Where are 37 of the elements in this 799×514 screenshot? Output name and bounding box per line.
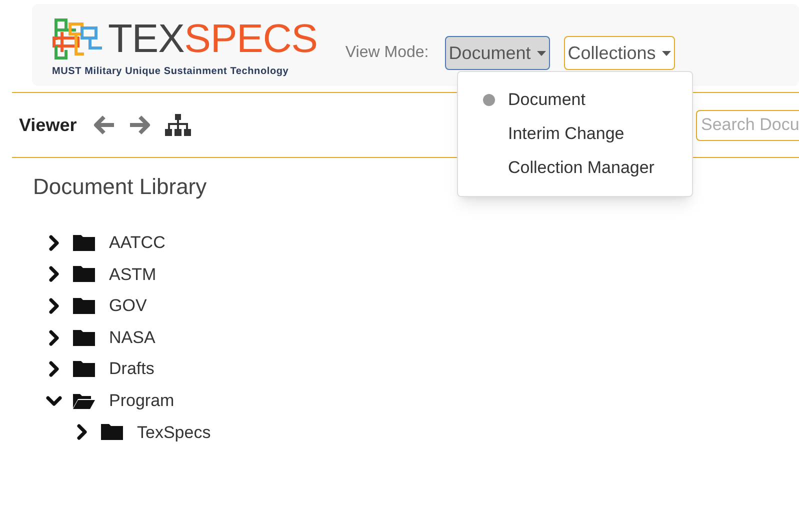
tree-item[interactable]: TexSpecs xyxy=(137,420,211,446)
tree-item[interactable]: ASTM xyxy=(109,262,156,288)
chevron-right-icon[interactable] xyxy=(48,361,60,378)
folder-icon xyxy=(73,266,95,282)
chevron-right-icon[interactable] xyxy=(48,330,60,346)
open-folder-icon xyxy=(73,392,95,409)
menu-item[interactable]: Collection Manager xyxy=(458,151,692,185)
chevron-right-icon[interactable] xyxy=(48,298,60,314)
tree-item[interactable]: Program xyxy=(109,388,174,414)
caret-icon xyxy=(662,50,671,56)
tree-item[interactable]: Drafts xyxy=(109,356,154,382)
tree-item[interactable]: GOV xyxy=(109,293,147,319)
menu-item[interactable]: Document xyxy=(458,83,692,117)
tree-item[interactable]: NASA xyxy=(109,324,156,350)
chevron-right-icon[interactable] xyxy=(48,234,60,251)
folder-icon xyxy=(73,298,95,314)
view-mode-dropdown[interactable]: Document xyxy=(444,36,550,70)
folder-icon xyxy=(73,234,95,251)
folder-icon xyxy=(101,424,123,440)
caret-icon xyxy=(536,50,546,56)
logo-wordmark: TEXSPECS xyxy=(108,19,318,59)
collections-dropdown[interactable]: Collections xyxy=(564,36,675,70)
logo-tagline: MUST Military Unique Sustainment Technology xyxy=(52,65,290,79)
search-field[interactable]: Search Docu xyxy=(696,110,799,140)
view-mode-label: View Mode: xyxy=(345,43,429,63)
chevron-right-icon[interactable] xyxy=(76,424,88,440)
tree-item[interactable]: AATCC xyxy=(109,230,166,256)
menu-item[interactable]: Interim Change xyxy=(458,117,692,151)
chevron-down-icon[interactable] xyxy=(46,394,62,407)
back-arrow-icon[interactable] xyxy=(92,115,115,135)
forward-arrow-icon[interactable] xyxy=(128,115,151,135)
chevron-right-icon[interactable] xyxy=(48,266,60,282)
library-title: Document Library xyxy=(33,173,208,201)
viewer-title: Viewer xyxy=(19,114,77,136)
folder-icon xyxy=(73,330,95,346)
hierarchy-icon[interactable] xyxy=(164,114,191,136)
folder-icon xyxy=(73,361,95,378)
